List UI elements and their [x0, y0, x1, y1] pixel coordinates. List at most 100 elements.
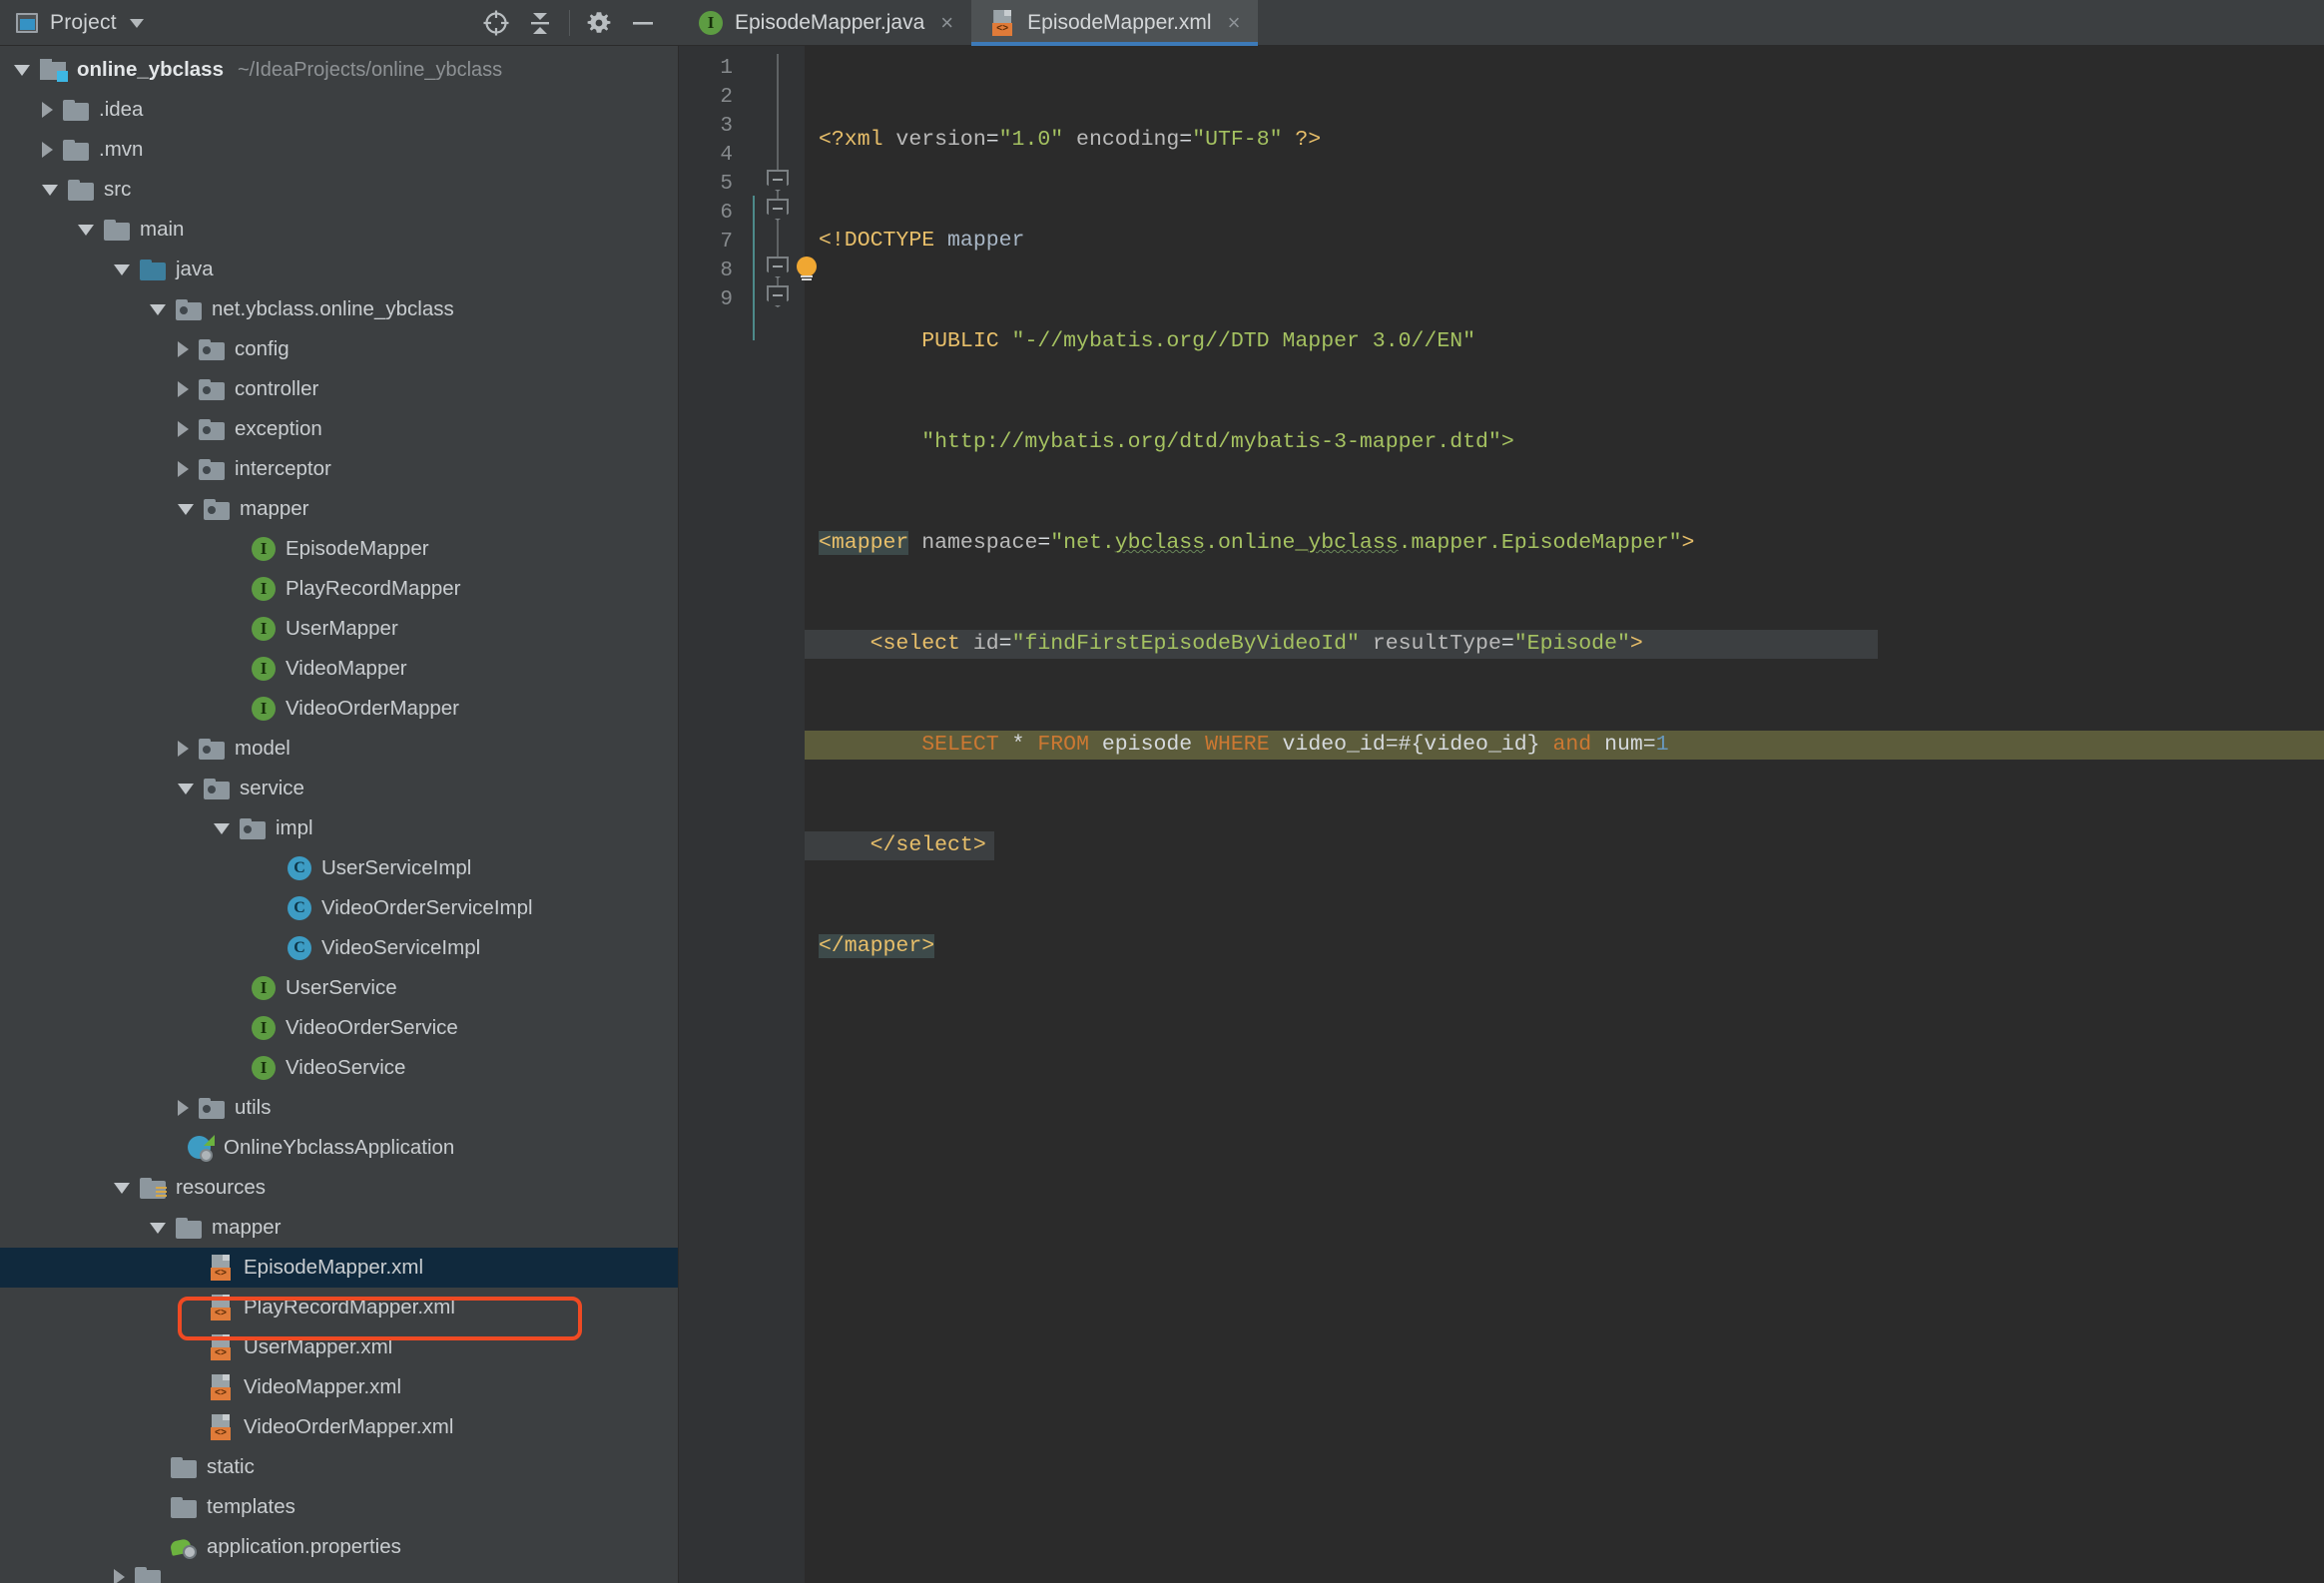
tree-row-static[interactable]: static: [0, 1447, 679, 1487]
expand-arrow-icon[interactable]: [178, 421, 189, 437]
fold-gutter[interactable]: [749, 46, 817, 1583]
tree-row-package-root[interactable]: net.ybclass.online_ybclass: [0, 289, 679, 329]
expand-arrow-icon[interactable]: [114, 264, 130, 275]
tree-row-model[interactable]: model: [0, 729, 679, 769]
expand-arrow-icon[interactable]: [178, 461, 189, 477]
java-interface-icon: I: [252, 617, 276, 641]
code-token: ybclass: [1114, 531, 1206, 555]
gear-icon[interactable]: [577, 3, 621, 43]
code-token: SELECT: [921, 733, 999, 757]
tree-row-videoserviceimpl[interactable]: C VideoServiceImpl: [0, 928, 679, 968]
fold-marker-line6[interactable]: [767, 199, 789, 221]
locate-icon[interactable]: [474, 3, 518, 43]
expand-arrow-icon[interactable]: [114, 1569, 125, 1583]
tree-row-main[interactable]: main: [0, 210, 679, 250]
expand-arrow-icon[interactable]: [42, 142, 53, 158]
folder-icon: [104, 219, 130, 241]
expand-arrow-icon[interactable]: [178, 503, 194, 515]
tree-row-resources[interactable]: resources: [0, 1168, 679, 1208]
tree-row-java[interactable]: java: [0, 250, 679, 289]
module-icon: [40, 59, 68, 82]
tree-row-usermapper[interactable]: I UserMapper: [0, 609, 679, 649]
tree-row-playrecordmapper[interactable]: I PlayRecordMapper: [0, 569, 679, 609]
fold-marker-line9[interactable]: [767, 285, 789, 307]
tree-row-config[interactable]: config: [0, 329, 679, 369]
tree-row-videoordermapper-xml[interactable]: <> VideoOrderMapper.xml: [0, 1407, 679, 1447]
expand-arrow-icon[interactable]: [178, 741, 189, 757]
close-icon[interactable]: ×: [1228, 12, 1241, 34]
expand-arrow-icon[interactable]: [178, 341, 189, 357]
tree-row-controller[interactable]: controller: [0, 369, 679, 409]
code-token: video_id=#{video_id}: [1269, 733, 1553, 757]
tree-row-partial[interactable]: [0, 1567, 679, 1583]
tree-row-service[interactable]: service: [0, 769, 679, 808]
tree-row-videoordermapper[interactable]: I VideoOrderMapper: [0, 689, 679, 729]
tree-row-episodemapper[interactable]: I EpisodeMapper: [0, 529, 679, 569]
tree-row-idea[interactable]: .idea: [0, 90, 679, 130]
tree-row-interceptor[interactable]: interceptor: [0, 449, 679, 489]
expand-arrow-icon[interactable]: [150, 1222, 166, 1234]
folder-icon: [63, 139, 89, 161]
xml-file-icon: <>: [210, 1255, 234, 1281]
tree-row-userservice[interactable]: I UserService: [0, 968, 679, 1008]
tree-row-videomapper-xml[interactable]: <> VideoMapper.xml: [0, 1367, 679, 1407]
code-token: "UTF-8": [1192, 128, 1296, 152]
tree-row-mvn[interactable]: .mvn: [0, 130, 679, 170]
folder-icon: [135, 1567, 161, 1583]
tree-row-onlineybclassapplication[interactable]: OnlineYbclassApplication: [0, 1128, 679, 1168]
tree-row-videomapper[interactable]: I VideoMapper: [0, 649, 679, 689]
expand-arrow-icon[interactable]: [178, 1100, 189, 1116]
project-tree[interactable]: online_ybclass ~/IdeaProjects/online_ybc…: [0, 46, 679, 1583]
line-number: 3: [720, 115, 733, 138]
tree-row-videoorderservice[interactable]: I VideoOrderService: [0, 1008, 679, 1048]
tree-row-impl[interactable]: impl: [0, 808, 679, 848]
tree-row-exception[interactable]: exception: [0, 409, 679, 449]
fold-marker-line5[interactable]: [767, 170, 789, 192]
tree-row-videoorderserviceimpl[interactable]: C VideoOrderServiceImpl: [0, 888, 679, 928]
tree-row-playrecordmapper-xml[interactable]: <> PlayRecordMapper.xml: [0, 1288, 679, 1327]
minimize-icon[interactable]: [621, 3, 665, 43]
chevron-down-icon[interactable]: [129, 18, 144, 28]
collapse-all-icon[interactable]: [518, 3, 562, 43]
tree-row-episodemapper-xml[interactable]: <> EpisodeMapper.xml: [0, 1248, 679, 1288]
expand-arrow-icon[interactable]: [14, 64, 30, 76]
tree-item-label: online_ybclass: [77, 58, 224, 81]
expand-arrow-icon[interactable]: [150, 303, 166, 315]
tree-item-label: UserMapper.xml: [244, 1335, 393, 1358]
tree-row-templates[interactable]: templates: [0, 1487, 679, 1527]
expand-arrow-icon[interactable]: [42, 184, 58, 196]
close-icon[interactable]: ×: [940, 12, 953, 34]
fold-marker-line8[interactable]: [767, 257, 789, 278]
tree-item-label: mapper: [240, 497, 309, 520]
tree-item-label: VideoService: [286, 1056, 406, 1079]
code-editor[interactable]: 1 2 3 4 5 6 7 8 9 <?xml version="1.0" en…: [679, 46, 2324, 1583]
expand-arrow-icon[interactable]: [214, 822, 230, 834]
tree-row-module-root[interactable]: online_ybclass ~/IdeaProjects/online_ybc…: [0, 50, 679, 90]
code-token: "net.: [1050, 531, 1115, 555]
code-token: "Episode": [1513, 632, 1630, 656]
editor-tab-episodemapper-xml[interactable]: <> EpisodeMapper.xml ×: [971, 0, 1259, 46]
tree-row-videoservice[interactable]: I VideoService: [0, 1048, 679, 1088]
package-icon: [199, 1097, 225, 1119]
code-content[interactable]: <?xml version="1.0" encoding="UTF-8" ?> …: [805, 46, 2324, 1583]
expand-arrow-icon[interactable]: [78, 224, 94, 236]
expand-arrow-icon[interactable]: [178, 783, 194, 794]
expand-arrow-icon[interactable]: [114, 1182, 130, 1194]
tree-item-label: .idea: [99, 98, 144, 121]
tree-row-mapper-package[interactable]: mapper: [0, 489, 679, 529]
tree-item-label: templates: [207, 1495, 295, 1518]
java-class-icon: C: [288, 896, 311, 920]
tree-row-userserviceimpl[interactable]: C UserServiceImpl: [0, 848, 679, 888]
tree-row-src[interactable]: src: [0, 170, 679, 210]
tree-row-mapper-resources-folder[interactable]: mapper: [0, 1208, 679, 1248]
expand-arrow-icon[interactable]: [178, 381, 189, 397]
tree-row-utils[interactable]: utils: [0, 1088, 679, 1128]
tree-row-usermapper-xml[interactable]: <> UserMapper.xml: [0, 1327, 679, 1367]
java-interface-icon: I: [252, 577, 276, 601]
java-interface-icon: I: [252, 537, 276, 561]
code-token: num=: [1591, 733, 1656, 757]
code-line-4: "http://mybatis.org/dtd/mybatis-3-mapper…: [805, 428, 2324, 457]
expand-arrow-icon[interactable]: [42, 102, 53, 118]
editor-tab-episodemapper-java[interactable]: I EpisodeMapper.java ×: [679, 0, 971, 46]
tree-row-application-properties[interactable]: application.properties: [0, 1527, 679, 1567]
